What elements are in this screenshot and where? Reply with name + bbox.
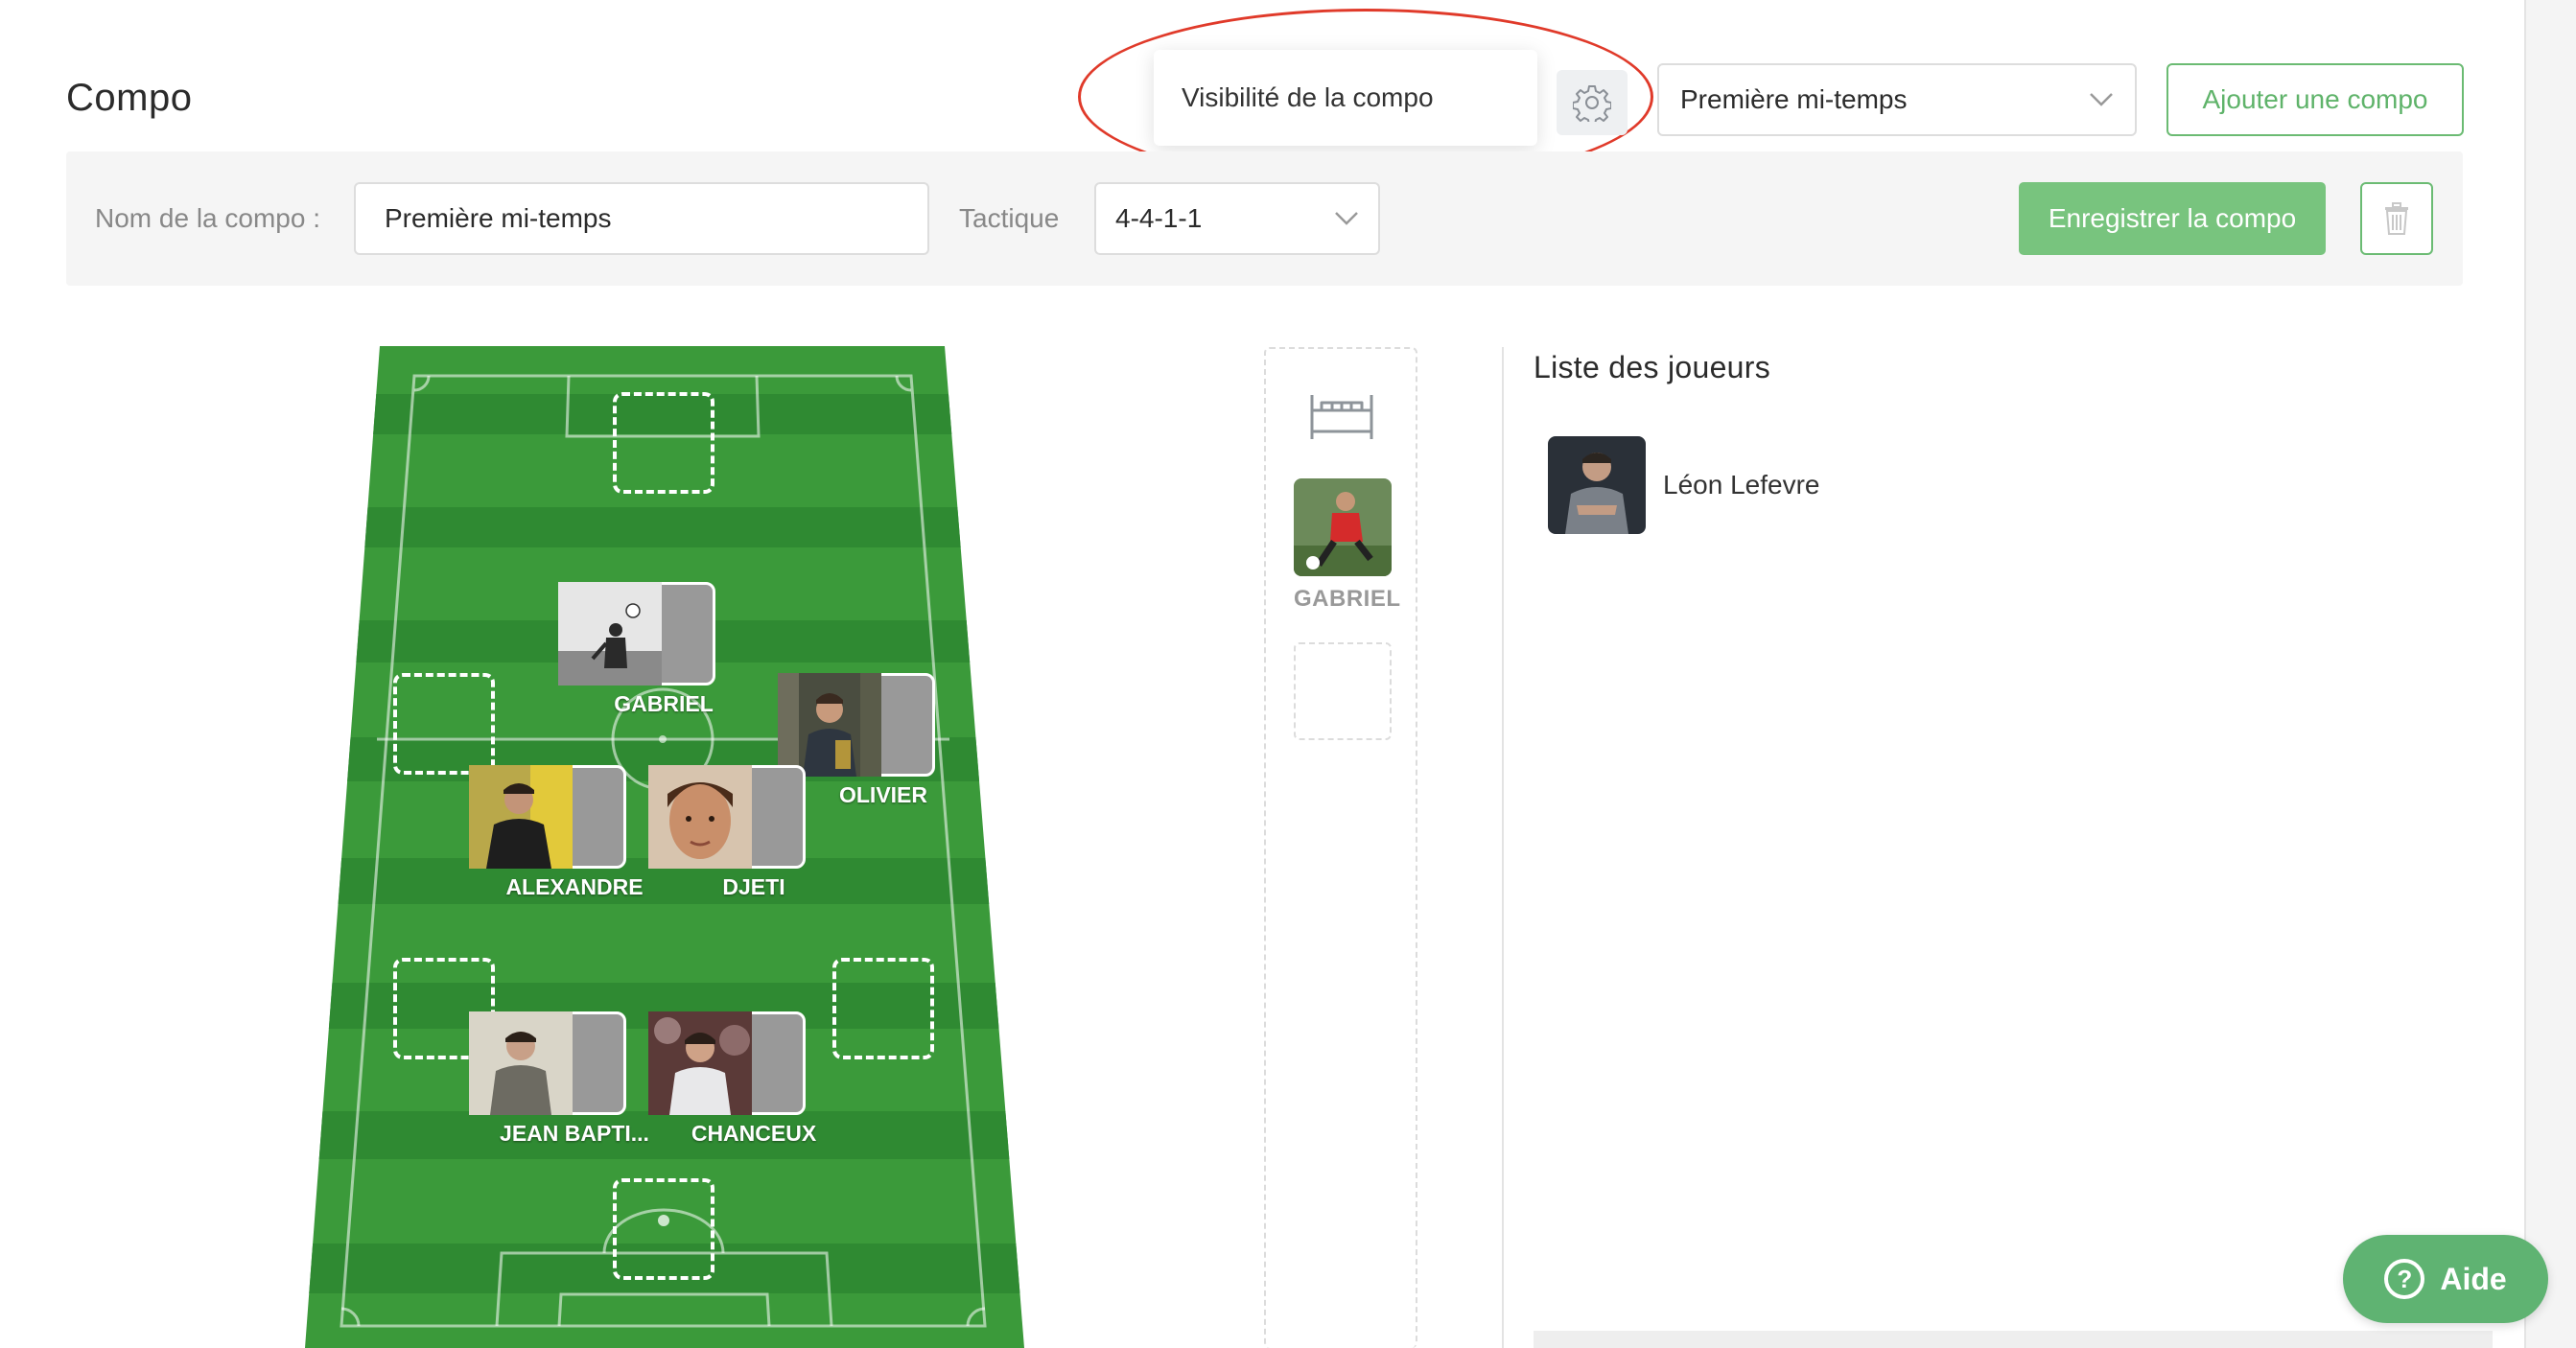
bench-player[interactable]: GABRIEL bbox=[1294, 478, 1401, 613]
player-photo bbox=[778, 673, 935, 777]
chevron-down-icon bbox=[1335, 212, 1358, 225]
football-pitch: GABRIEL OLIVIER ALEXANDRE DJETI JEAN BAP… bbox=[305, 346, 1024, 1348]
player-list-item[interactable]: Léon Lefevre bbox=[1548, 436, 1819, 534]
delete-compo-button[interactable] bbox=[2360, 182, 2433, 255]
player-name: GABRIEL bbox=[1294, 586, 1401, 612]
add-compo-button[interactable]: Ajouter une compo bbox=[2166, 63, 2464, 136]
player-photo bbox=[1548, 436, 1646, 534]
visibility-menu-item[interactable]: Visibilité de la compo bbox=[1154, 50, 1537, 146]
question-icon: ? bbox=[2384, 1259, 2425, 1299]
chevron-down-icon bbox=[2090, 93, 2113, 106]
empty-slot-bottom[interactable] bbox=[613, 1178, 714, 1280]
bench-column: GABRIEL bbox=[1264, 347, 1417, 1348]
trash-icon bbox=[2385, 202, 2408, 235]
compo-name-label: Nom de la compo : bbox=[95, 203, 320, 233]
player-name: GABRIEL bbox=[614, 691, 714, 716]
tactic-select[interactable]: 4-4-1-1 bbox=[1094, 182, 1380, 255]
main-card: Compo Visibilité de la compo Première mi… bbox=[0, 0, 2526, 1348]
pitch-player[interactable]: DJETI bbox=[648, 765, 859, 900]
help-button[interactable]: ? Aide bbox=[2343, 1235, 2548, 1323]
half-select-value: Première mi-temps bbox=[1680, 84, 1908, 114]
pitch-player[interactable]: CHANCEUX bbox=[648, 1011, 859, 1147]
player-photo bbox=[469, 765, 626, 869]
help-button-label: Aide bbox=[2440, 1261, 2507, 1296]
player-name: DJETI bbox=[722, 874, 785, 899]
settings-button[interactable] bbox=[1557, 70, 1628, 135]
player-photo bbox=[648, 1011, 806, 1115]
empty-slot-left[interactable] bbox=[393, 673, 495, 775]
list-footer-bar bbox=[1534, 1331, 2493, 1348]
player-photo bbox=[558, 582, 715, 686]
player-list-title: Liste des joueurs bbox=[1534, 350, 1771, 384]
player-photo bbox=[648, 765, 806, 869]
pitch-player[interactable]: GABRIEL bbox=[558, 582, 769, 717]
bed-icon bbox=[1308, 389, 1375, 446]
player-photo bbox=[1294, 478, 1392, 576]
tactic-label: Tactique bbox=[959, 203, 1060, 233]
page-title: Compo bbox=[66, 77, 193, 119]
empty-slot-goalkeeper[interactable] bbox=[613, 392, 714, 494]
tactic-select-value: 4-4-1-1 bbox=[1115, 203, 1203, 233]
player-name: Léon Lefevre bbox=[1663, 470, 1820, 500]
column-divider bbox=[1502, 347, 1504, 1348]
half-select[interactable]: Première mi-temps bbox=[1657, 63, 2137, 136]
player-name: CHANCEUX bbox=[691, 1121, 817, 1146]
player-photo bbox=[469, 1011, 626, 1115]
save-compo-button[interactable]: Enregistrer la compo bbox=[2019, 182, 2326, 255]
gear-icon bbox=[1573, 85, 1611, 122]
empty-bench-slot[interactable] bbox=[1294, 642, 1392, 740]
compo-name-input[interactable]: Première mi-temps bbox=[354, 182, 929, 255]
compo-toolbar: Nom de la compo : Première mi-temps Tact… bbox=[66, 151, 2463, 286]
